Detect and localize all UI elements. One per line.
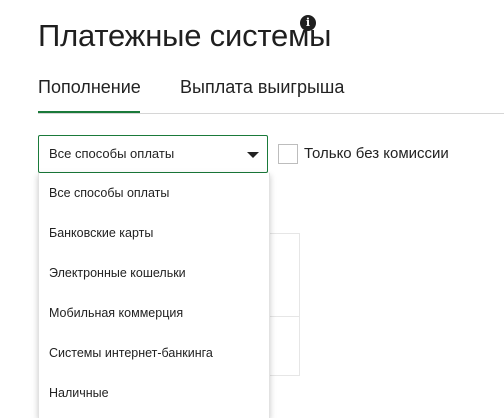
tab-deposit-label: Пополнение (38, 77, 141, 97)
option-label: Наличные (49, 386, 109, 400)
dropdown-option-cash[interactable]: Наличные (39, 373, 269, 413)
dropdown-option-mobile-commerce[interactable]: Мобильная коммерция (39, 293, 269, 333)
option-label: Мобильная коммерция (49, 306, 184, 320)
dropdown-option-all[interactable]: Все способы оплаты (39, 173, 269, 213)
payment-method-select[interactable]: Все способы оплаты (38, 135, 268, 173)
select-value: Все способы оплаты (49, 146, 175, 161)
tab-deposit[interactable]: Пополнение (38, 74, 141, 114)
tab-payout-label: Выплата выигрыша (180, 77, 345, 97)
chevron-down-icon (247, 152, 259, 158)
option-label: Все способы оплаты (49, 186, 170, 200)
no-fee-checkbox[interactable] (278, 144, 298, 164)
option-label: Системы интернет-банкинга (49, 346, 213, 360)
info-icon[interactable]: i (300, 15, 316, 31)
tab-payout[interactable]: Выплата выигрыша (180, 74, 344, 114)
no-fee-label: Только без комиссии (304, 145, 449, 162)
tabs-divider (38, 113, 504, 114)
dropdown-option-bank-cards[interactable]: Банковские карты (39, 213, 269, 253)
payment-method-dropdown: Все способы оплаты Банковские карты Элек… (38, 173, 270, 418)
option-label: Электронные кошельки (49, 266, 186, 280)
dropdown-option-internet-banking[interactable]: Системы интернет-банкинга (39, 333, 269, 373)
dropdown-option-e-wallets[interactable]: Электронные кошельки (39, 253, 269, 293)
page-title: Платежные системы (38, 18, 332, 53)
tabs: Пополнение Выплата выигрыша (38, 74, 504, 114)
option-label: Банковские карты (49, 226, 154, 240)
